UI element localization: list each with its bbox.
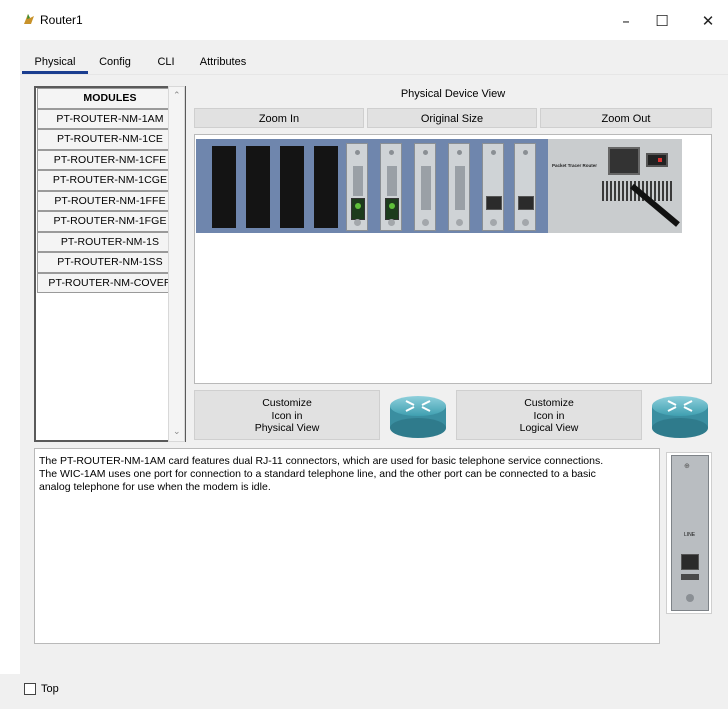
maximize-button[interactable]: ☐ (642, 8, 682, 34)
module-led (423, 150, 428, 155)
customize-logical-icon-button[interactable]: Customize Icon in Logical View (456, 390, 642, 440)
screw-icon (422, 219, 429, 226)
rj45-port-icon (518, 196, 534, 210)
serial-port-icon (455, 166, 465, 210)
module-led (389, 150, 394, 155)
module-item-nm-1cge[interactable]: PT-ROUTER-NM-1CGE (37, 170, 183, 191)
scroll-down-icon[interactable]: ⌄ (173, 427, 181, 437)
module-preview-card: ⊕ LINE (671, 455, 709, 611)
module-item-nm-1s[interactable]: PT-ROUTER-NM-1S (37, 231, 183, 252)
description-line: The WIC-1AM uses one port for connection… (39, 468, 596, 480)
screw-icon (522, 219, 529, 226)
line-port-label: LINE (684, 532, 696, 538)
module-item-nm-cover[interactable]: PT-ROUTER-NM-COVER (37, 272, 183, 293)
tab-bar: Physical Config CLI Attributes (20, 50, 728, 74)
tab-separator (20, 74, 728, 75)
module-item-nm-1ffe[interactable]: PT-ROUTER-NM-1FFE (37, 190, 183, 211)
minimize-button[interactable]: – (606, 8, 646, 34)
empty-slot[interactable] (280, 146, 304, 228)
physical-device-view-title: Physical Device View (400, 88, 506, 100)
fiber-port-icon (351, 198, 365, 220)
module-item-nm-1ss[interactable]: PT-ROUTER-NM-1SS (37, 252, 183, 273)
tab-physical[interactable]: Physical (22, 50, 88, 74)
module-led (491, 150, 496, 155)
customize-label: Logical View (519, 422, 579, 434)
top-checkbox[interactable] (24, 683, 36, 695)
rj45-port-icon (486, 196, 502, 210)
device-view-canvas[interactable]: Packet Tracer Router (194, 134, 712, 384)
power-socket-icon[interactable] (608, 147, 640, 175)
zoom-in-button[interactable]: Zoom In (194, 108, 364, 128)
tab-attributes[interactable]: Attributes (192, 50, 254, 74)
zoom-out-button[interactable]: Zoom Out (540, 108, 712, 128)
module-led (457, 150, 462, 155)
module-item-nm-1am[interactable]: PT-ROUTER-NM-1AM (37, 108, 183, 129)
dialog-content: Physical Config CLI Attributes MODULES P… (20, 40, 728, 674)
original-size-button[interactable]: Original Size (367, 108, 537, 128)
module-label-bar (387, 166, 397, 196)
bottom-bar (0, 674, 728, 709)
top-checkbox-label: Top (41, 683, 59, 695)
empty-slot[interactable] (314, 146, 338, 228)
module-preview: ⊕ LINE (666, 452, 712, 614)
port-label-plate (681, 574, 699, 580)
customize-label: Icon in (271, 409, 303, 422)
physical-panel: MODULES PT-ROUTER-NM-1AM PT-ROUTER-NM-1C… (26, 76, 724, 668)
psu-label: Packet Tracer Router (552, 163, 598, 168)
empty-slot[interactable] (212, 146, 236, 228)
description-line: analog telephone for use when the modem … (39, 481, 271, 493)
close-button[interactable]: ✕ (688, 8, 728, 34)
modules-scrollbar[interactable]: ⌃ ⌄ (168, 86, 185, 442)
slot-marker-icon: ⊕ (684, 463, 690, 470)
title-bar: Router1 – ☐ ✕ (0, 0, 728, 40)
installed-module-ethernet[interactable] (514, 143, 536, 231)
installed-module-ethernet[interactable] (482, 143, 504, 231)
router-icon (652, 396, 708, 438)
fiber-port-icon (385, 198, 399, 220)
modules-header: MODULES (37, 88, 183, 109)
module-label-bar (353, 166, 363, 196)
screw-icon (490, 219, 497, 226)
description-line: The PT-ROUTER-NM-1AM card features dual … (39, 455, 604, 467)
window-title: Router1 (40, 13, 83, 27)
rj11-port-icon (681, 554, 699, 570)
screw-icon (686, 594, 694, 602)
power-supply: Packet Tracer Router (548, 139, 682, 233)
customize-label: Customize (262, 397, 312, 409)
scroll-up-icon[interactable]: ⌃ (173, 91, 181, 101)
customize-label: Customize (524, 397, 574, 409)
screw-icon (354, 219, 361, 226)
tab-cli[interactable]: CLI (152, 50, 180, 74)
installed-module-fiber[interactable] (380, 143, 402, 231)
modules-list: MODULES PT-ROUTER-NM-1AM PT-ROUTER-NM-1C… (34, 86, 186, 442)
router-icon (390, 396, 446, 438)
router-app-icon (24, 14, 34, 24)
customize-label: Physical View (254, 422, 320, 434)
module-led (523, 150, 528, 155)
empty-slot[interactable] (246, 146, 270, 228)
power-switch[interactable] (646, 153, 668, 167)
installed-module-serial[interactable] (448, 143, 470, 231)
module-item-nm-1ce[interactable]: PT-ROUTER-NM-1CE (37, 129, 183, 150)
module-description: The PT-ROUTER-NM-1AM card features dual … (34, 448, 660, 644)
installed-module-serial[interactable] (414, 143, 436, 231)
router-chassis: Packet Tracer Router (196, 139, 682, 233)
screw-icon (456, 219, 463, 226)
installed-module-fiber[interactable] (346, 143, 368, 231)
module-item-nm-1fge[interactable]: PT-ROUTER-NM-1FGE (37, 211, 183, 232)
customize-label: Icon in (533, 409, 565, 422)
screw-icon (388, 219, 395, 226)
customize-physical-icon-button[interactable]: Customize Icon in Physical View (194, 390, 380, 440)
module-led (355, 150, 360, 155)
tab-config[interactable]: Config (92, 50, 138, 74)
serial-port-icon (421, 166, 431, 210)
module-item-nm-1cfe[interactable]: PT-ROUTER-NM-1CFE (37, 149, 183, 170)
